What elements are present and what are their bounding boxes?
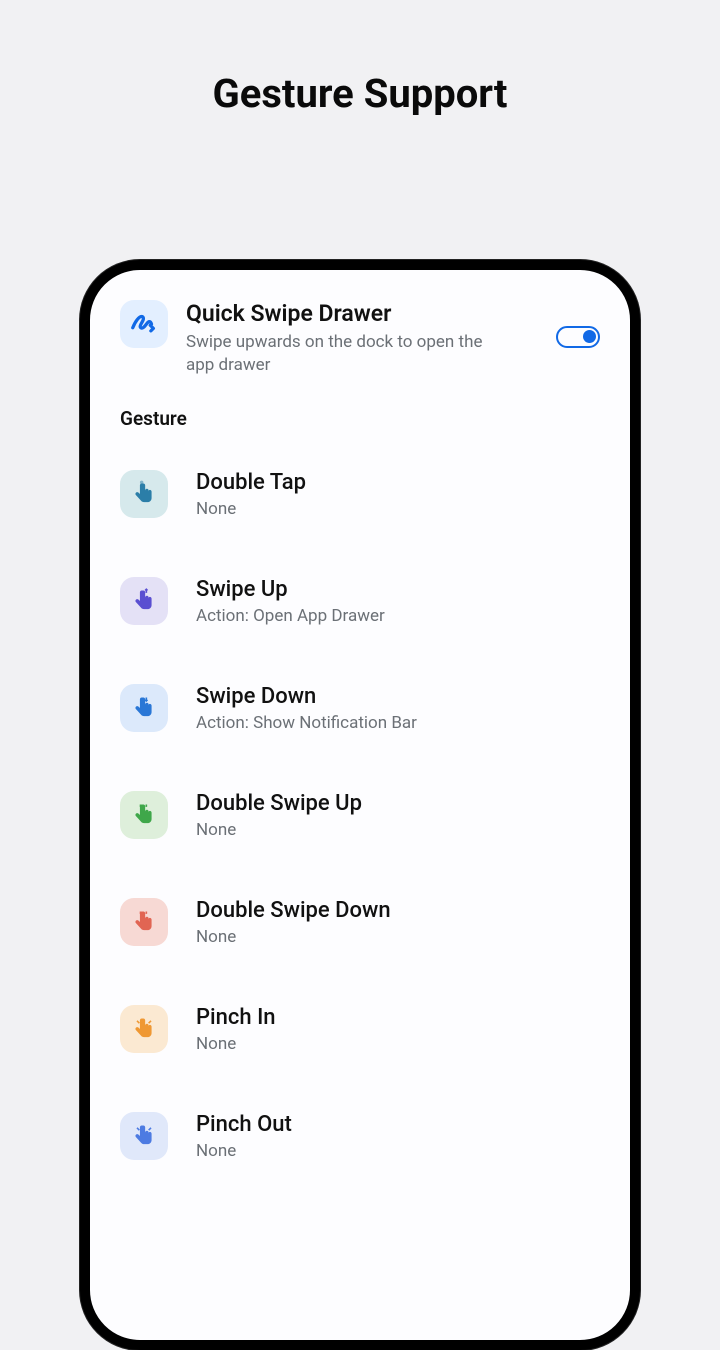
page-title: Gesture Support [0,70,720,117]
gesture-row[interactable]: Pinch In None [120,1005,600,1054]
gesture-title: Double Tap [196,470,600,495]
quick-swipe-toggle[interactable] [556,326,600,348]
gesture-subtitle: None [196,499,600,519]
gesture-section-label: Gesture [120,407,600,430]
gesture-row[interactable]: Double Swipe Up None [120,791,600,840]
gesture-subtitle: Action: Open App Drawer [196,606,600,626]
gesture-subtitle: None [196,1141,600,1161]
gesture-icon [120,898,168,946]
quick-swipe-subtitle: Swipe upwards on the dock to open the ap… [186,331,486,377]
gesture-row[interactable]: Double Tap None [120,470,600,519]
gesture-icon [120,1005,168,1053]
gesture-icon [120,684,168,732]
gesture-title: Swipe Up [196,577,600,602]
gesture-row[interactable]: Swipe Up Action: Open App Drawer [120,577,600,626]
quick-swipe-title: Quick Swipe Drawer [186,300,538,327]
gesture-icon [120,470,168,518]
gesture-subtitle: None [196,1034,600,1054]
squiggle-icon [120,300,168,348]
gesture-row[interactable]: Double Swipe Down None [120,898,600,947]
gesture-title: Swipe Down [196,684,600,709]
gesture-title: Pinch In [196,1005,600,1030]
quick-swipe-drawer-row[interactable]: Quick Swipe Drawer Swipe upwards on the … [120,300,600,377]
gesture-subtitle: Action: Show Notification Bar [196,713,600,733]
gesture-subtitle: None [196,927,600,947]
phone-frame: Quick Swipe Drawer Swipe upwards on the … [80,260,640,1350]
gesture-icon [120,791,168,839]
gesture-subtitle: None [196,820,600,840]
gesture-icon [120,1112,168,1160]
gesture-row[interactable]: Pinch Out None [120,1112,600,1161]
gesture-title: Double Swipe Down [196,898,600,923]
gesture-row[interactable]: Swipe Down Action: Show Notification Bar [120,684,600,733]
gesture-title: Double Swipe Up [196,791,600,816]
gesture-icon [120,577,168,625]
gesture-title: Pinch Out [196,1112,600,1137]
